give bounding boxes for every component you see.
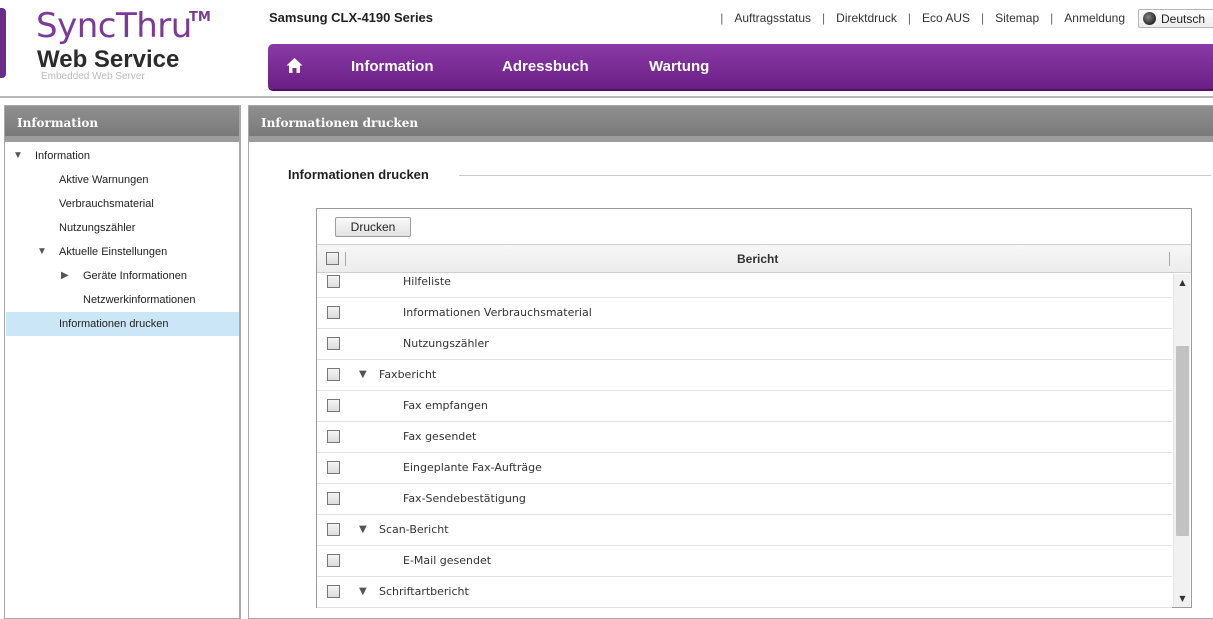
- column-separator: [1169, 252, 1170, 266]
- table-row[interactable]: Fax gesendet: [317, 422, 1172, 453]
- row-label: Fax empfangen: [403, 399, 488, 412]
- row-checkbox[interactable]: [327, 337, 340, 350]
- header: SyncThru TM Web Service Embedded Web Ser…: [0, 0, 1213, 98]
- header-divider: [0, 96, 1213, 98]
- link-direct-print[interactable]: Direktdruck: [836, 11, 897, 25]
- nav-information[interactable]: Information: [351, 58, 434, 75]
- table-row[interactable]: E-Mail gesendet: [317, 546, 1172, 577]
- grid-body: Hilfeliste Informationen Verbrauchsmater…: [317, 274, 1172, 608]
- sidebar-item-active-warnings[interactable]: Aktive Warnungen: [59, 168, 148, 192]
- table-row-group[interactable]: ▼ Schriftartbericht: [317, 577, 1172, 608]
- content-header: Informationen drucken: [249, 106, 1213, 142]
- expanded-arrow-icon: ▼: [37, 246, 47, 257]
- row-label: Hilfeliste: [403, 275, 451, 288]
- logo-title: SyncThru: [36, 6, 192, 46]
- sidebar-item-supplies[interactable]: Verbrauchsmaterial: [59, 192, 154, 216]
- row-checkbox[interactable]: [327, 554, 340, 567]
- row-label: Eingeplante Fax-Aufträge: [403, 461, 542, 474]
- scrollbar-thumb[interactable]: [1176, 346, 1189, 536]
- collapsed-arrow-icon: ▶: [61, 270, 69, 281]
- print-button[interactable]: Drucken: [335, 217, 411, 237]
- row-checkbox[interactable]: [327, 585, 340, 598]
- nav-maintenance[interactable]: Wartung: [649, 58, 709, 75]
- row-checkbox[interactable]: [327, 399, 340, 412]
- row-checkbox[interactable]: [327, 430, 340, 443]
- table-row[interactable]: Informationen Verbrauchsmaterial: [317, 298, 1172, 329]
- sidebar-item-information[interactable]: ▼ Information: [5, 144, 238, 168]
- row-label: Scan-Bericht: [379, 523, 449, 536]
- sidebar-item-network-info[interactable]: Netzwerkinformationen: [83, 288, 196, 312]
- table-row-group[interactable]: ▼ Scan-Bericht: [317, 515, 1172, 546]
- expanded-arrow-icon: ▼: [13, 150, 23, 161]
- top-links: | Auftragsstatus | Direktdruck | Eco AUS…: [709, 11, 1125, 25]
- row-checkbox[interactable]: [327, 275, 340, 288]
- column-header-report[interactable]: Bericht: [737, 252, 778, 266]
- section-title: Informationen drucken: [288, 167, 429, 182]
- row-checkbox[interactable]: [327, 523, 340, 536]
- row-label: Faxbericht: [379, 368, 437, 381]
- nav-address-book[interactable]: Adressbuch: [502, 58, 589, 75]
- sidebar-item-label: Information: [35, 150, 91, 162]
- main-nav: Information Adressbuch Wartung: [268, 44, 1213, 89]
- logo-accent-bar: [0, 8, 6, 78]
- expanded-arrow-icon[interactable]: ▼: [359, 586, 367, 597]
- logo-subtitle: Web Service: [37, 46, 180, 73]
- sidebar: Information ▼ Information Aktive Warnung…: [4, 105, 241, 619]
- link-separator: |: [1050, 11, 1054, 25]
- scroll-down-icon[interactable]: ▼: [1174, 590, 1191, 607]
- link-separator: |: [822, 11, 826, 25]
- row-label: Nutzungszähler: [403, 337, 489, 350]
- row-label: E-Mail gesendet: [403, 554, 492, 567]
- expanded-arrow-icon[interactable]: ▼: [359, 524, 367, 535]
- link-login[interactable]: Anmeldung: [1064, 11, 1125, 25]
- scroll-up-icon[interactable]: ▲: [1174, 274, 1191, 291]
- expanded-arrow-icon[interactable]: ▼: [359, 369, 367, 380]
- sidebar-item-usage-counter[interactable]: Nutzungszähler: [59, 216, 135, 240]
- link-eco[interactable]: Eco AUS: [922, 11, 970, 25]
- sidebar-item-device-info[interactable]: ▶ Geräte Informationen: [5, 264, 238, 288]
- row-checkbox[interactable]: [327, 368, 340, 381]
- vertical-scrollbar[interactable]: ▲ ▼: [1173, 274, 1190, 607]
- row-label: Informationen Verbrauchsmaterial: [403, 306, 592, 319]
- sidebar-header: Information: [5, 106, 239, 142]
- sidebar-item-current-settings[interactable]: ▼ Aktuelle Einstellungen: [5, 240, 238, 264]
- row-checkbox[interactable]: [327, 461, 340, 474]
- sidebar-item-print-info[interactable]: Informationen drucken: [6, 312, 239, 336]
- logo-trademark: TM: [189, 10, 211, 25]
- column-separator: [345, 252, 346, 266]
- table-row[interactable]: Nutzungszähler: [317, 329, 1172, 360]
- row-checkbox[interactable]: [327, 492, 340, 505]
- select-all-checkbox[interactable]: [326, 252, 339, 265]
- sidebar-item-label: Aktuelle Einstellungen: [59, 246, 168, 258]
- table-row[interactable]: Eingeplante Fax-Aufträge: [317, 453, 1172, 484]
- row-label: Fax-Sendebestätigung: [403, 492, 526, 505]
- row-label: Schriftartbericht: [379, 585, 469, 598]
- link-separator: |: [907, 11, 911, 25]
- table-row[interactable]: Fax-Sendebestätigung: [317, 484, 1172, 515]
- globe-icon: [1143, 12, 1156, 25]
- home-icon[interactable]: [286, 57, 303, 74]
- row-checkbox[interactable]: [327, 306, 340, 319]
- table-row-group[interactable]: ▼ Faxbericht: [317, 360, 1172, 391]
- language-button[interactable]: Deutsch: [1138, 9, 1213, 28]
- device-model: Samsung CLX-4190 Series: [269, 10, 434, 25]
- grid-toolbar: Drucken: [317, 209, 1191, 245]
- report-grid: Drucken Bericht Hilfeliste Informationen…: [316, 208, 1192, 608]
- table-row[interactable]: Hilfeliste: [317, 274, 1172, 298]
- row-label: Fax gesendet: [403, 430, 477, 443]
- language-label: Deutsch: [1161, 11, 1206, 26]
- grid-header: Bericht: [317, 245, 1191, 273]
- link-separator: |: [981, 11, 985, 25]
- logo-tagline: Embedded Web Server: [41, 71, 145, 82]
- link-job-status[interactable]: Auftragsstatus: [734, 11, 811, 25]
- table-row[interactable]: Fax empfangen: [317, 391, 1172, 422]
- link-separator: |: [720, 11, 724, 25]
- link-sitemap[interactable]: Sitemap: [995, 11, 1039, 25]
- sidebar-item-label: Geräte Informationen: [83, 270, 187, 282]
- section-divider: [459, 175, 1211, 176]
